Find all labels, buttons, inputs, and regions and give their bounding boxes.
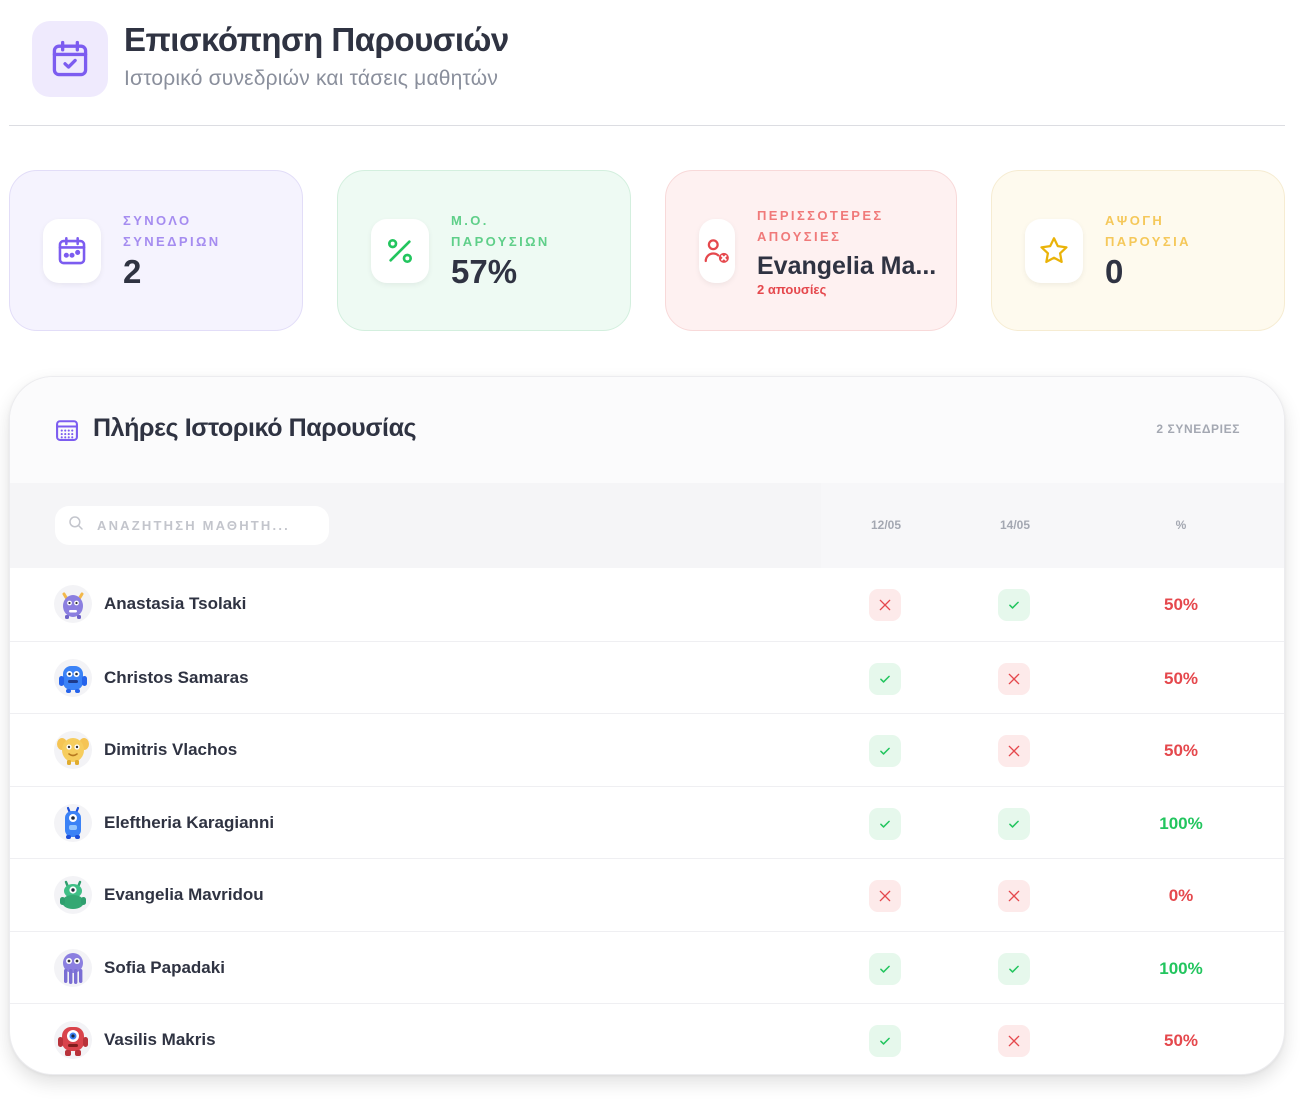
attendance-percent: 50% xyxy=(1163,741,1199,760)
attendance-percent: 100% xyxy=(1159,958,1203,978)
present-check-icon[interactable] xyxy=(998,807,1030,840)
student-name: Eleftheria Karagianni xyxy=(104,812,275,832)
absent-cross-icon[interactable] xyxy=(998,735,1030,767)
purple-tentacle-monster-avatar xyxy=(54,948,92,987)
stat-value: 57% xyxy=(451,253,518,290)
stat-subtext: 2 απουσίες xyxy=(757,281,827,297)
page-title: Επισκόπηση Παρουσιών xyxy=(124,21,509,58)
panel-header: Πλήρες Ιστορικό Παρουσίας 2 ΣΥΝΕΔΡΙΕΣ xyxy=(10,377,1284,483)
search-box[interactable] xyxy=(55,506,329,545)
stats-row: ΣΥΝΟΛΟ ΣΥΝΕΔΡΙΩΝ 2 Μ.Ο. ΠΑΡΟΥΣΙΩΝ 57% ΠΕ… xyxy=(9,170,1285,331)
blue-monster-avatar xyxy=(54,658,92,697)
attendance-percent: 0% xyxy=(1168,886,1194,905)
stat-label: ΣΥΝΟΛΟ ΣΥΝΕΔΡΙΩΝ xyxy=(123,213,221,249)
stat-card-average: Μ.Ο. ΠΑΡΟΥΣΙΩΝ 57% xyxy=(337,170,631,331)
yellow-monster-avatar xyxy=(54,731,92,769)
calendar-grid-icon xyxy=(53,416,81,449)
star-icon xyxy=(1025,218,1083,283)
header-divider xyxy=(9,125,1285,126)
absent-cross-icon[interactable] xyxy=(998,880,1030,912)
attendance-percent: 50% xyxy=(1163,1031,1199,1050)
column-header-percent[interactable]: % xyxy=(1141,518,1221,532)
student-list: Anastasia Tsolaki 50% Christos Samaras 50% D… xyxy=(10,568,1284,1074)
present-check-icon[interactable] xyxy=(869,735,901,767)
stat-value: 2 xyxy=(123,253,142,290)
table-row[interactable]: Evangelia Mavridou 0% xyxy=(10,858,1284,931)
table-header: 12/05 14/05 % xyxy=(10,483,1284,568)
stat-label: ΠΕΡΙΣΣΟΤΕΡΕΣ ΑΠΟΥΣΙΕΣ xyxy=(757,207,884,244)
present-check-icon[interactable] xyxy=(869,1025,901,1057)
present-check-icon[interactable] xyxy=(998,589,1030,621)
stat-card-sessions: ΣΥΝΟΛΟ ΣΥΝΕΔΡΙΩΝ 2 xyxy=(9,170,303,331)
absent-cross-icon[interactable] xyxy=(869,880,901,912)
absent-cross-icon[interactable] xyxy=(998,1025,1030,1057)
table-row[interactable]: Christos Samaras 50% xyxy=(10,640,1284,714)
page-header: Επισκόπηση Παρουσιών Ιστορικό συνεδριών … xyxy=(32,21,509,97)
search-input[interactable] xyxy=(97,518,317,533)
table-row[interactable]: Dimitris Vlachos 50% xyxy=(10,713,1284,786)
student-name: Evangelia Mavridou xyxy=(104,885,264,904)
present-check-icon[interactable] xyxy=(869,662,901,695)
stat-card-perfect: ΑΨΟΓΗ ΠΑΡΟΥΣΙΑ 0 xyxy=(991,170,1285,331)
table-row[interactable]: Eleftheria Karagianni 100% xyxy=(10,785,1284,859)
page-subtitle: Ιστορικό συνεδριών και τάσεις μαθητών xyxy=(124,67,499,90)
search-icon xyxy=(67,514,85,537)
table-row[interactable]: Anastasia Tsolaki 50% xyxy=(10,568,1284,641)
blue-one-eyed-monster-avatar xyxy=(54,803,92,842)
stat-label: ΑΨΟΓΗ ΠΑΡΟΥΣΙΑ xyxy=(1105,213,1191,249)
stat-card-most-absent: ΠΕΡΙΣΣΟΤΕΡΕΣ ΑΠΟΥΣΙΕΣ Evangelia Ma... 2 … xyxy=(665,170,957,331)
calendar-check-icon xyxy=(32,21,108,97)
green-monster-avatar xyxy=(54,876,92,914)
absent-cross-icon[interactable] xyxy=(998,662,1030,695)
table-row[interactable]: Vasilis Makris 50% xyxy=(10,1003,1284,1074)
purple-horned-monster-avatar xyxy=(54,585,92,623)
attendance-percent: 50% xyxy=(1163,668,1199,688)
column-header-date-2[interactable]: 14/05 xyxy=(975,518,1055,532)
stat-value: Evangelia Ma... xyxy=(757,251,937,280)
student-name: Anastasia Tsolaki xyxy=(104,594,247,613)
user-x-icon xyxy=(699,218,735,283)
attendance-panel: Πλήρες Ιστορικό Παρουσίας 2 ΣΥΝΕΔΡΙΕΣ 12… xyxy=(9,376,1285,1075)
attendance-percent: 50% xyxy=(1163,595,1199,614)
stat-value: 0 xyxy=(1105,253,1124,290)
table-row[interactable]: Sofia Papadaki 100% xyxy=(10,930,1284,1004)
present-check-icon[interactable] xyxy=(869,807,901,840)
attendance-percent: 100% xyxy=(1159,813,1203,833)
session-count: 2 ΣΥΝΕΔΡΙΕΣ xyxy=(1156,422,1240,436)
absent-cross-icon[interactable] xyxy=(869,589,901,621)
stat-label: Μ.Ο. ΠΑΡΟΥΣΙΩΝ xyxy=(451,213,550,249)
student-name: Christos Samaras xyxy=(104,667,249,687)
student-name: Sofia Papadaki xyxy=(104,957,225,977)
student-name: Vasilis Makris xyxy=(104,1030,216,1049)
student-name: Dimitris Vlachos xyxy=(104,740,238,759)
column-header-date-1[interactable]: 12/05 xyxy=(846,518,926,532)
red-cyclops-monster-avatar xyxy=(54,1021,92,1059)
present-check-icon[interactable] xyxy=(869,952,901,985)
calendar-icon xyxy=(43,218,101,283)
percent-icon xyxy=(371,218,429,283)
panel-title: Πλήρες Ιστορικό Παρουσίας xyxy=(93,414,417,442)
present-check-icon[interactable] xyxy=(998,952,1030,985)
